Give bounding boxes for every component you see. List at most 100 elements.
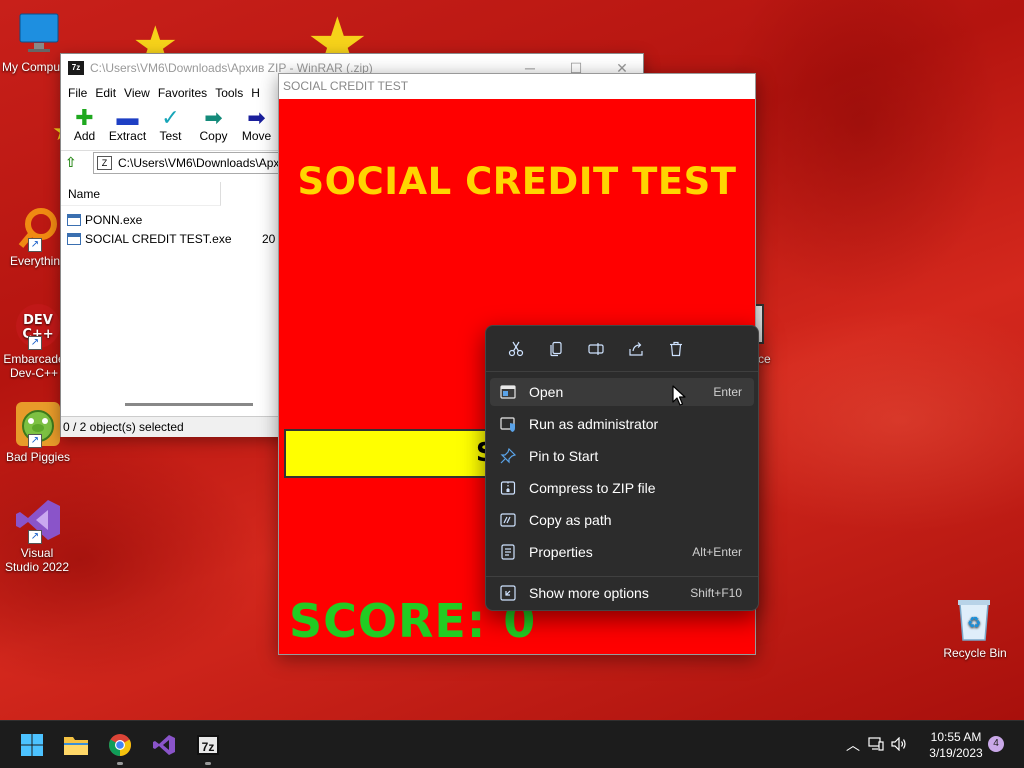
extract-icon: ▬ bbox=[116, 105, 139, 130]
open-icon bbox=[500, 384, 516, 400]
start-icon bbox=[21, 734, 43, 756]
shield-icon bbox=[500, 416, 516, 432]
delete-icon bbox=[670, 341, 682, 356]
menu-item-copy-as-path[interactable]: Copy as path bbox=[490, 506, 754, 534]
menu-item-properties[interactable]: Properties Alt+Enter bbox=[490, 538, 754, 566]
taskbar-file-explorer[interactable] bbox=[56, 729, 96, 761]
menu-item-label: Copy as path bbox=[529, 512, 612, 528]
menu-item-shortcut: Alt+Enter bbox=[692, 545, 742, 559]
menu-item-show-more-options[interactable]: Show more options Shift+F10 bbox=[490, 579, 754, 607]
extract-button[interactable]: ▬ Extract bbox=[106, 104, 149, 150]
share-button[interactable] bbox=[616, 333, 656, 365]
file-name: SOCIAL CREDIT TEST.exe bbox=[85, 231, 232, 246]
delete-button[interactable] bbox=[656, 333, 696, 365]
cut-button[interactable] bbox=[496, 333, 536, 365]
menu-item-label: Properties bbox=[529, 544, 593, 560]
shortcut-arrow-icon: ↗ bbox=[28, 434, 42, 448]
add-button[interactable]: ✚ Add bbox=[63, 104, 106, 150]
context-menu: Open Enter Run as administrator Pin to S… bbox=[485, 325, 759, 611]
move-icon: ➡ bbox=[247, 105, 266, 130]
copy-icon: ➡ bbox=[204, 105, 223, 130]
more-options-icon bbox=[500, 585, 516, 601]
menu-view[interactable]: View bbox=[123, 86, 157, 100]
network-icon[interactable] bbox=[864, 736, 888, 754]
scrollbar-thumb[interactable] bbox=[125, 403, 253, 406]
file-list: Name PONN.exe SOCIAL CREDIT TEST.exe 20 bbox=[61, 182, 281, 248]
shortcut-arrow-icon: ↗ bbox=[28, 530, 42, 544]
menu-favorites[interactable]: Favorites bbox=[157, 86, 214, 100]
copy-button[interactable]: ➡ Copy bbox=[192, 104, 235, 150]
taskbar-clock[interactable]: 10:55 AM 3/19/2023 bbox=[922, 729, 990, 761]
menu-item-open[interactable]: Open Enter bbox=[490, 378, 754, 406]
zip-icon bbox=[500, 480, 516, 496]
test-button[interactable]: ✓ Test bbox=[149, 104, 192, 150]
pin-icon bbox=[500, 448, 516, 464]
social-credit-heading: SOCIAL CREDIT TEST bbox=[297, 160, 737, 203]
notification-badge[interactable]: 4 bbox=[988, 736, 1004, 752]
menu-edit[interactable]: Edit bbox=[94, 86, 123, 100]
desktop-icon-label: Visual Studio 2022 bbox=[4, 546, 70, 574]
recycle-bin-icon: ♻ bbox=[950, 596, 998, 644]
file-row[interactable]: SOCIAL CREDIT TEST.exe 20 bbox=[61, 229, 281, 248]
search-icon: ↗ bbox=[14, 204, 62, 252]
chevron-up-icon[interactable]: ︿ bbox=[842, 735, 864, 755]
desktop-icon-recycle-bin[interactable]: ♻ Recycle Bin bbox=[936, 596, 1012, 660]
menu-item-pin-to-start[interactable]: Pin to Start bbox=[490, 442, 754, 470]
menu-item-label: Compress to ZIP file bbox=[529, 480, 656, 496]
add-label: Add bbox=[73, 129, 96, 143]
move-label: Move bbox=[241, 129, 272, 143]
volume-icon[interactable] bbox=[888, 736, 910, 754]
path-icon bbox=[500, 512, 516, 528]
menu-item-label: Show more options bbox=[529, 585, 649, 601]
taskbar-7zip[interactable]: 7z bbox=[188, 729, 228, 765]
copy-button[interactable] bbox=[536, 333, 576, 365]
menu-item-label: Run as administrator bbox=[529, 416, 659, 432]
share-icon bbox=[629, 341, 643, 356]
chrome-icon bbox=[109, 734, 131, 756]
dev-cpp-icon: DEV C++ ↗ bbox=[14, 302, 62, 350]
horizontal-scrollbar[interactable] bbox=[65, 400, 281, 410]
desktop-icon-label: Bad Piggies bbox=[5, 450, 71, 464]
svg-text:DEV: DEV bbox=[23, 313, 53, 328]
menu-separator bbox=[486, 576, 758, 577]
menu-item-run-as-administrator[interactable]: Run as administrator bbox=[490, 410, 754, 438]
running-indicator bbox=[205, 762, 211, 765]
up-folder-icon[interactable]: ⇧ bbox=[65, 154, 87, 171]
shortcut-arrow-icon: ↗ bbox=[28, 336, 42, 350]
cut-icon bbox=[508, 341, 524, 356]
visual-studio-icon: ↗ bbox=[14, 496, 62, 544]
clock-time: 10:55 AM bbox=[930, 730, 982, 744]
desktop-icon-visual-studio[interactable]: ↗ Visual Studio 2022 bbox=[0, 496, 76, 574]
menu-tools[interactable]: Tools bbox=[214, 86, 250, 100]
7zip-app-icon: 7z bbox=[68, 61, 84, 75]
taskbar-visual-studio[interactable] bbox=[144, 729, 184, 761]
monitor-icon bbox=[14, 10, 62, 58]
menu-help[interactable]: H bbox=[250, 86, 267, 100]
shortcut-arrow-icon: ↗ bbox=[28, 238, 42, 252]
taskbar-chrome[interactable] bbox=[100, 729, 140, 765]
rename-button[interactable] bbox=[576, 333, 616, 365]
test-label: Test bbox=[159, 129, 182, 143]
file-explorer-icon bbox=[64, 737, 88, 755]
7zip-icon: 7z bbox=[197, 735, 219, 755]
file-name: PONN.exe bbox=[85, 212, 143, 227]
menu-item-shortcut: Enter bbox=[713, 385, 742, 399]
properties-icon bbox=[500, 544, 516, 560]
context-menu-quick-actions bbox=[486, 326, 758, 372]
column-header-name[interactable]: Name bbox=[61, 182, 221, 206]
svg-text:♻: ♻ bbox=[967, 613, 981, 632]
social-credit-title-bar[interactable]: SOCIAL CREDIT TEST bbox=[279, 74, 755, 99]
menu-item-shortcut: Shift+F10 bbox=[690, 586, 742, 600]
system-tray: ︿ bbox=[842, 721, 910, 768]
add-icon: ✚ bbox=[75, 105, 94, 130]
test-icon: ✓ bbox=[161, 105, 180, 130]
menu-item-compress-to-zip[interactable]: Compress to ZIP file bbox=[490, 474, 754, 502]
file-size: 20 bbox=[262, 231, 276, 246]
move-button[interactable]: ➡ Move bbox=[235, 104, 278, 150]
menu-file[interactable]: File bbox=[67, 86, 94, 100]
desktop-icon-partial-label: ce bbox=[758, 352, 771, 366]
file-row[interactable]: PONN.exe bbox=[61, 210, 281, 229]
address-field[interactable]: Z C:\Users\VM6\Downloads\Apx bbox=[93, 151, 283, 174]
rename-icon bbox=[588, 342, 604, 355]
start-button[interactable] bbox=[12, 729, 52, 761]
